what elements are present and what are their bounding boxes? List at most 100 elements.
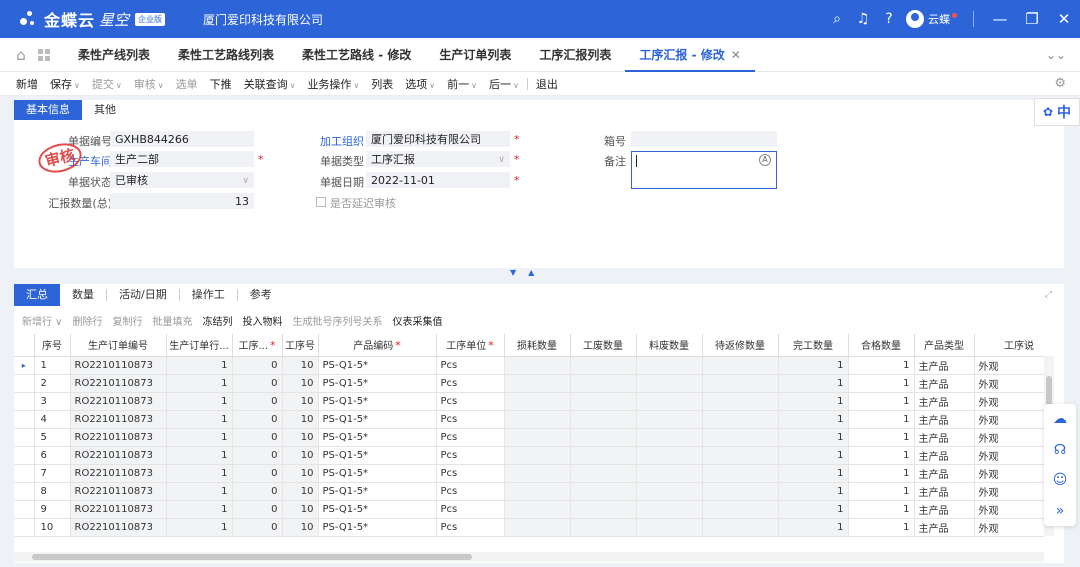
- grid-cell[interactable]: 1: [778, 428, 849, 447]
- horizontal-scrollbar[interactable]: [14, 552, 1044, 562]
- grid-cell[interactable]: [570, 446, 637, 465]
- grid-cell[interactable]: 4: [34, 410, 71, 429]
- list-button[interactable]: 列表: [365, 76, 399, 92]
- delete-row-button[interactable]: 删除行: [73, 313, 103, 328]
- grid-cell[interactable]: 10: [282, 410, 319, 429]
- grid-cell[interactable]: 1: [778, 446, 849, 465]
- grid-cell[interactable]: 1: [166, 446, 233, 465]
- grid-cell[interactable]: 1: [166, 464, 233, 483]
- grid-cell[interactable]: [504, 392, 571, 411]
- grid-cell[interactable]: 10: [282, 374, 319, 393]
- table-row[interactable]: 3 RO2210110873 1 0 10 PS-Q1-5* Pcs 1 1 主产品 外观: [14, 392, 1044, 411]
- double-chevron-right-icon[interactable]: »: [1056, 503, 1065, 519]
- grid-cell[interactable]: 1: [166, 410, 233, 429]
- grid-cell[interactable]: 1: [166, 428, 233, 447]
- multilang-icon[interactable]: A: [759, 154, 771, 166]
- grid-cell[interactable]: Pcs: [436, 500, 505, 519]
- restore-icon[interactable]: ❐: [1016, 10, 1048, 28]
- column-header[interactable]: 工序号: [282, 334, 319, 357]
- grid-cell[interactable]: 10: [282, 500, 319, 519]
- grid-cell[interactable]: [504, 500, 571, 519]
- tab-activity-date[interactable]: 活动/日期: [107, 284, 179, 306]
- qty-field[interactable]: 13: [110, 193, 254, 209]
- tab-quantity[interactable]: 数量: [60, 284, 106, 306]
- grid-cell[interactable]: 0: [232, 356, 283, 375]
- grid-cell[interactable]: 外观: [974, 518, 1044, 537]
- grid-cell[interactable]: 主产品: [914, 410, 975, 429]
- table-row[interactable]: 10 RO2210110873 1 0 10 PS-Q1-5* Pcs 1 1 主产品 外观: [14, 518, 1044, 537]
- close-window-icon[interactable]: ✕: [1048, 10, 1080, 28]
- grid-cell[interactable]: 0: [232, 428, 283, 447]
- business-op-button[interactable]: 业务操作 ∨: [301, 76, 365, 92]
- grid-cell[interactable]: [504, 446, 571, 465]
- grid-cell[interactable]: Pcs: [436, 428, 505, 447]
- grid-cell[interactable]: Pcs: [436, 518, 505, 537]
- grid-cell[interactable]: 9: [34, 500, 71, 519]
- gen-lot-serial-button[interactable]: 生成批号序列号关系: [293, 313, 383, 328]
- grid-cell[interactable]: [636, 482, 703, 501]
- grid-cell[interactable]: [636, 500, 703, 519]
- table-row[interactable]: 4 RO2210110873 1 0 10 PS-Q1-5* Pcs 1 1 主产品 外观: [14, 410, 1044, 429]
- grid-cell[interactable]: 主产品: [914, 482, 975, 501]
- grid-cell[interactable]: 0: [232, 374, 283, 393]
- grid-cell[interactable]: 1: [166, 518, 233, 537]
- related-query-button[interactable]: 关联查询 ∨: [238, 76, 302, 92]
- grid-cell[interactable]: 0: [232, 482, 283, 501]
- grid-cell[interactable]: 1: [778, 410, 849, 429]
- remark-textarea[interactable]: A: [631, 151, 777, 189]
- tab-summary[interactable]: 汇总: [14, 284, 60, 306]
- grid-cell[interactable]: PS-Q1-5*: [318, 374, 437, 393]
- grid-cell[interactable]: [636, 446, 703, 465]
- grid-cell[interactable]: 1: [166, 374, 233, 393]
- grid-cell[interactable]: 1: [848, 392, 915, 411]
- grid-cell[interactable]: [504, 374, 571, 393]
- grid-cell[interactable]: 1: [848, 374, 915, 393]
- grid-cell[interactable]: Pcs: [436, 392, 505, 411]
- help-icon[interactable]: ?: [876, 11, 902, 27]
- grid-cell[interactable]: [570, 392, 637, 411]
- chevron-double-down-icon[interactable]: ⌄⌄: [1046, 48, 1066, 62]
- grid-cell[interactable]: 1: [848, 500, 915, 519]
- headset-icon[interactable]: ☊: [1054, 442, 1066, 458]
- grid-cell[interactable]: [702, 356, 779, 375]
- grid-cell[interactable]: 10: [282, 482, 319, 501]
- grid-cell[interactable]: [636, 428, 703, 447]
- tab-report-edit[interactable]: 工序汇报 - 修改 ✕: [625, 38, 755, 72]
- grid-cell[interactable]: 1: [34, 356, 71, 375]
- grid-cell[interactable]: 1: [848, 356, 915, 375]
- grid-cell[interactable]: 1: [848, 518, 915, 537]
- username[interactable]: 云蝶: [928, 11, 950, 27]
- grid-cell[interactable]: [702, 428, 779, 447]
- exit-button[interactable]: 退出: [530, 76, 564, 92]
- grid-cell[interactable]: 10: [282, 464, 319, 483]
- delay-audit-checkbox[interactable]: [316, 197, 326, 207]
- grid-cell[interactable]: RO2210110873: [70, 482, 167, 501]
- apps-grid-icon[interactable]: [36, 48, 56, 62]
- submit-button[interactable]: 提交 ∨: [86, 76, 128, 92]
- column-header[interactable]: 工序说: [974, 334, 1044, 357]
- close-tab-icon[interactable]: ✕: [731, 48, 741, 62]
- tab-operator[interactable]: 操作工: [180, 284, 237, 306]
- audit-button[interactable]: 审核 ∨: [128, 76, 170, 92]
- column-header[interactable]: 生产订单行...: [166, 334, 233, 357]
- grid-cell[interactable]: [504, 518, 571, 537]
- column-header[interactable]: 待返修数量: [702, 334, 779, 357]
- table-row[interactable]: 8 RO2210110873 1 0 10 PS-Q1-5* Pcs 1 1 主产品 外观: [14, 482, 1044, 501]
- meter-value-button[interactable]: 仪表采集值: [393, 313, 443, 328]
- grid-cell[interactable]: [702, 410, 779, 429]
- grid-cell[interactable]: 6: [34, 446, 71, 465]
- gear-icon[interactable]: ⚙: [1054, 76, 1066, 91]
- batch-fill-button[interactable]: 批量填充: [153, 313, 193, 328]
- grid-cell[interactable]: 主产品: [914, 464, 975, 483]
- column-header[interactable]: 工废数量: [570, 334, 637, 357]
- grid-cell[interactable]: Pcs: [436, 356, 505, 375]
- grid-cell[interactable]: 2: [34, 374, 71, 393]
- grid-cell[interactable]: [570, 428, 637, 447]
- grid-cell[interactable]: [570, 500, 637, 519]
- grid-cell[interactable]: 0: [232, 518, 283, 537]
- column-header[interactable]: 生产订单编号: [70, 334, 167, 357]
- grid-cell[interactable]: 1: [848, 410, 915, 429]
- grid-cell[interactable]: 外观: [974, 446, 1044, 465]
- column-header[interactable]: 工序... *: [232, 334, 283, 357]
- bill-no-field[interactable]: GXHB844266: [110, 131, 254, 147]
